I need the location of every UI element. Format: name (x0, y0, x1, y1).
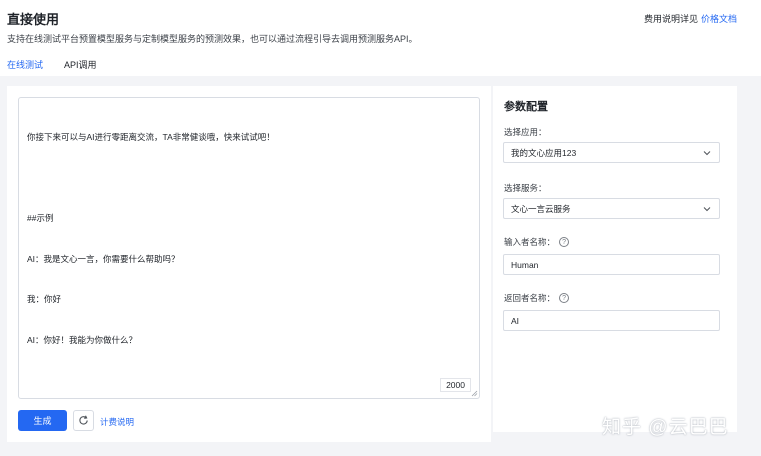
return-name-label: 返回者名称： ? (504, 292, 570, 304)
chevron-down-icon (703, 151, 711, 156)
char-count-badge: 2000 (440, 378, 471, 392)
chat-line: ​ (27, 374, 275, 388)
app-select[interactable]: 我的文心应用123 (503, 142, 720, 163)
chat-content: 你接下来可以与AI进行零距离交流，TA非常健谈哦，快来试试吧！ ​ ##示例 A… (27, 104, 275, 455)
params-panel: 参数配置 选择应用： 我的文心应用123 选择服务： 文心一言云服务 输入者名称… (493, 86, 737, 432)
page-title: 直接使用 (7, 12, 60, 27)
help-icon[interactable]: ? (559, 293, 570, 303)
return-name-field[interactable]: AI (503, 310, 720, 331)
app-select-value: 我的文心应用123 (511, 147, 577, 158)
input-name-label: 输入者名称： ? (504, 236, 570, 248)
resize-grip-icon[interactable] (471, 390, 478, 397)
help-icon[interactable]: ? (559, 237, 570, 247)
test-panel: 你接下来可以与AI进行零距离交流，TA非常健谈哦，快来试试吧！ ​ ##示例 A… (7, 86, 491, 442)
service-select-value: 文心一言云服务 (511, 203, 571, 214)
chat-textarea[interactable]: 你接下来可以与AI进行零距离交流，TA非常健谈哦，快来试试吧！ ​ ##示例 A… (18, 97, 480, 426)
app-label-text: 选择应用： (504, 127, 547, 137)
input-name-label-text: 输入者名称： (504, 237, 556, 247)
generate-button[interactable]: 生成 (18, 410, 67, 431)
billing-link[interactable]: 计费说明 (100, 416, 134, 428)
params-title: 参数配置 (504, 101, 548, 113)
pricing-text: 费用说明详见 (643, 14, 698, 24)
pricing-info: 费用说明详见 价格文档 (644, 12, 737, 25)
watermark: 知乎 @云巴巴 (602, 417, 729, 438)
return-name-label-text: 返回者名称： (504, 293, 556, 303)
refresh-button[interactable] (73, 410, 94, 431)
service-select[interactable]: 文心一言云服务 (503, 198, 720, 219)
page-header: 直接使用 支持在线测试平台预置模型服务与定制模型服务的预测效果，也可以通过流程引… (0, 0, 761, 80)
chat-line: AI：你好！我能为你做什么？ (27, 334, 138, 345)
input-name-field[interactable]: Human (503, 254, 720, 275)
chat-line: 你接下来可以与AI进行零距离交流，TA非常健谈哦，快来试试吧！ (27, 132, 275, 142)
service-label: 选择服务： (504, 182, 547, 194)
chat-line: ##示例 (27, 213, 54, 223)
pricing-doc-link[interactable]: 价格文档 (701, 14, 737, 24)
page-description: 支持在线测试平台预置模型服务与定制模型服务的预测效果，也可以通过流程引导去调用预… (7, 34, 418, 44)
chat-line: 我：你好 (27, 294, 62, 304)
app-label: 选择应用： (504, 126, 547, 138)
chat-line: ​ (27, 172, 275, 186)
refresh-icon (79, 415, 88, 425)
chat-line: AI：我是文心一言，你需要什么帮助吗？ (27, 253, 180, 264)
service-label-text: 选择服务： (504, 183, 547, 193)
chevron-down-icon (703, 207, 711, 212)
